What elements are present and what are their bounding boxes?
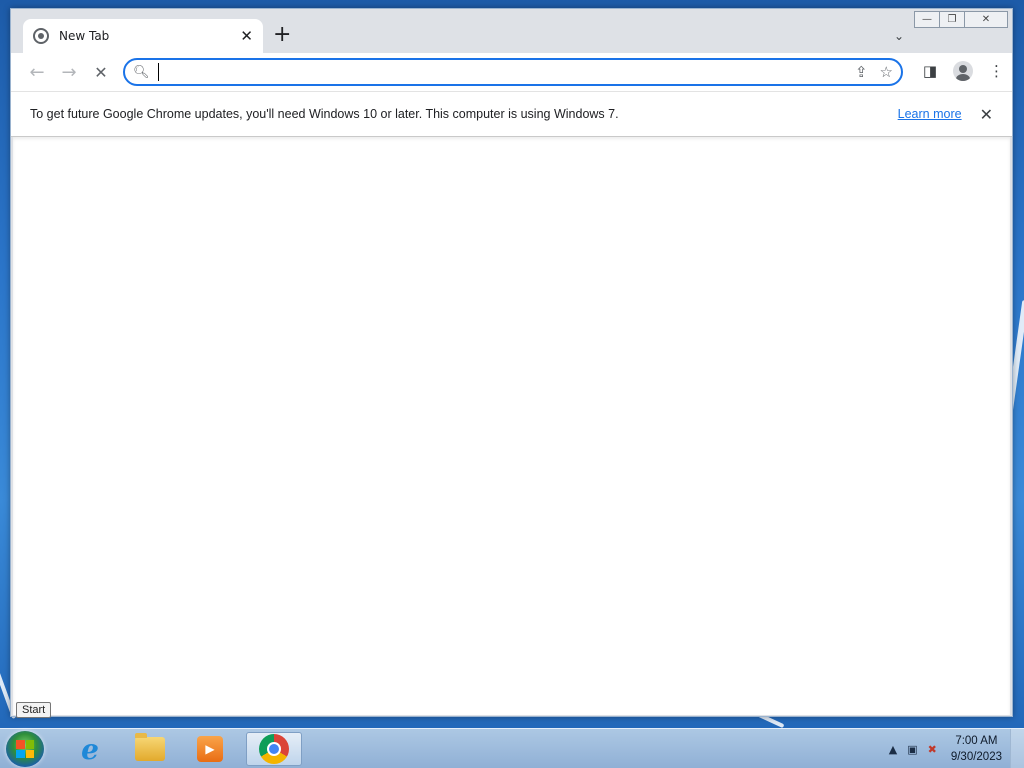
internet-explorer-icon: e (81, 732, 99, 766)
back-arrow-icon: ← (29, 61, 45, 83)
taskbar-chrome[interactable] (246, 732, 302, 766)
system-tray: ▲ ▣ ✖ 7:00 AM 9/30/2023 (889, 733, 1002, 765)
new-tab-button[interactable]: + (273, 23, 291, 47)
taskbar-media-player[interactable]: ▶ (182, 732, 238, 766)
side-panel-icon[interactable]: ◨ (923, 62, 937, 80)
infobar-message: To get future Google Chrome updates, you… (30, 107, 619, 121)
taskbar: e ▶ ▲ ▣ ✖ 7:00 AM 9/30/2023 (0, 728, 1024, 768)
address-input[interactable] (157, 63, 843, 81)
minimize-button[interactable]: — (914, 11, 940, 28)
windows-logo-icon (16, 740, 34, 758)
infobar-close-icon[interactable]: ✕ (980, 105, 993, 124)
stop-icon: ✕ (94, 62, 108, 82)
clock[interactable]: 7:00 AM 9/30/2023 (951, 733, 1002, 765)
volume-muted-icon[interactable]: ✖ (928, 743, 937, 756)
maximize-button[interactable]: ❐ (939, 11, 965, 28)
globe-icon (33, 28, 49, 44)
minimize-icon: — (922, 14, 932, 25)
start-tooltip: Start (16, 702, 52, 718)
clock-date: 9/30/2023 (950, 751, 1002, 763)
tab-new-tab[interactable]: New Tab ✕ (23, 19, 263, 53)
start-button[interactable] (6, 731, 44, 767)
stop-button[interactable]: ✕ (85, 63, 117, 82)
maximize-icon: ❐ (947, 14, 957, 25)
media-player-icon: ▶ (197, 736, 223, 762)
tab-close-icon[interactable]: ✕ (240, 27, 253, 45)
tab-title: New Tab (59, 29, 110, 43)
network-icon[interactable]: ▣ (907, 743, 917, 756)
close-icon: ✕ (981, 14, 991, 25)
show-hidden-icons-icon[interactable]: ▲ (889, 743, 897, 756)
show-desktop-button[interactable] (1010, 729, 1024, 768)
folder-icon (135, 733, 165, 761)
back-button[interactable]: ← (21, 62, 53, 83)
more-menu-icon[interactable]: ⋮ (989, 62, 1004, 80)
chrome-icon (259, 734, 289, 764)
update-infobar: To get future Google Chrome updates, you… (11, 91, 1012, 137)
tab-search-button[interactable]: ⌄ (894, 29, 904, 43)
toolbar: ← → ✕ 🔍︎ ⇪ ☆ ◨ ⋮ (11, 53, 1012, 91)
star-icon[interactable]: ☆ (880, 63, 893, 81)
learn-more-link[interactable]: Learn more (898, 107, 962, 121)
window-controls: — ❐ ✕ (914, 11, 1008, 28)
forward-button[interactable]: → (53, 62, 85, 83)
toolbar-right: ◨ ⋮ (907, 61, 1004, 81)
plus-icon: + (273, 22, 292, 47)
search-icon: 🔍︎ (133, 64, 150, 80)
chrome-window: — ❐ ✕ New Tab ✕ + ⌄ ← → ✕ 🔍︎ ⇪ ☆ ◨ ⋮ To … (10, 8, 1013, 717)
close-window-button[interactable]: ✕ (964, 11, 1008, 28)
omnibox[interactable]: 🔍︎ ⇪ ☆ (123, 58, 903, 86)
taskbar-internet-explorer[interactable]: e (62, 732, 118, 766)
forward-arrow-icon: → (61, 61, 77, 83)
page-content (13, 137, 1010, 715)
clock-time: 7:00 AM (955, 735, 998, 747)
chevron-down-icon: ⌄ (893, 29, 904, 43)
taskbar-file-explorer[interactable] (122, 732, 178, 766)
profile-icon[interactable] (953, 61, 973, 81)
share-icon[interactable]: ⇪ (855, 63, 868, 81)
